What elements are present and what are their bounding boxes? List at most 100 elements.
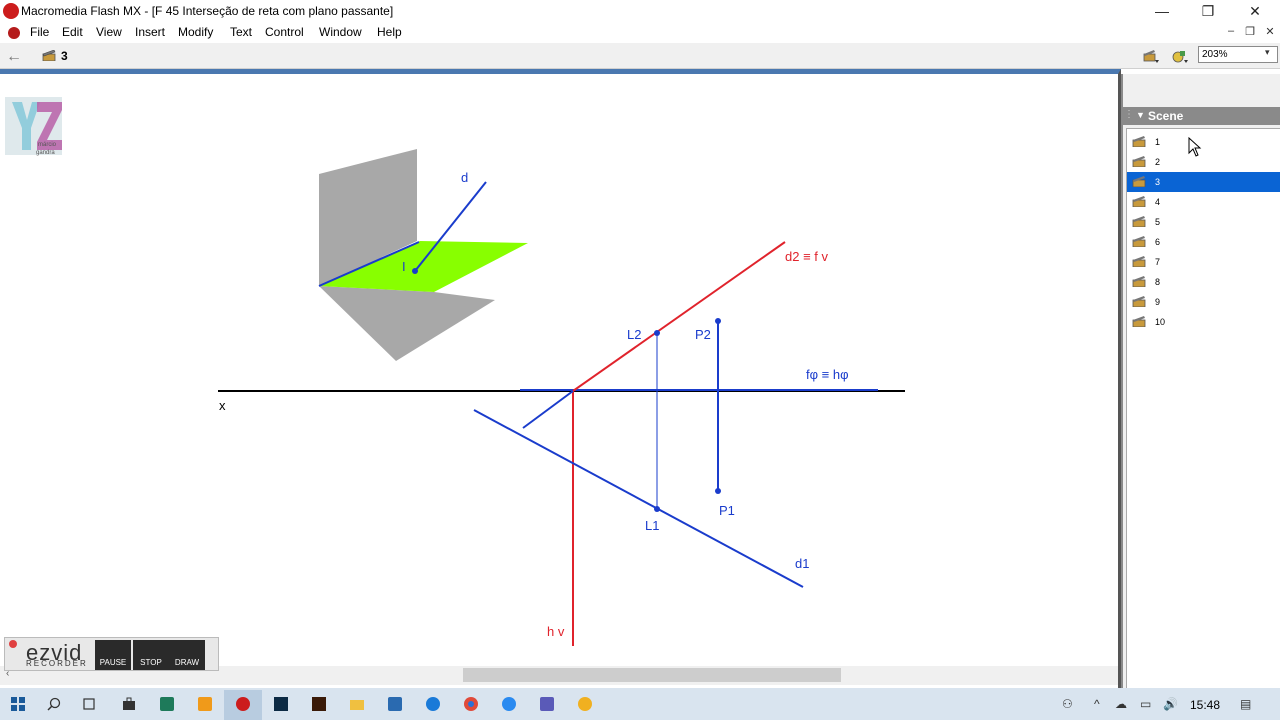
clapperboard-icon bbox=[1132, 216, 1146, 227]
menu-edit[interactable]: Edit bbox=[62, 25, 83, 39]
edge-icon[interactable] bbox=[426, 697, 440, 711]
label-hv: h v bbox=[547, 624, 565, 639]
close-button[interactable]: ✕ bbox=[1232, 0, 1278, 23]
app-icon-blue[interactable] bbox=[388, 697, 402, 711]
restore-button[interactable]: ❐ bbox=[1185, 0, 1231, 23]
pause-button[interactable]: PAUSE bbox=[95, 640, 131, 670]
point-p1 bbox=[715, 488, 721, 494]
scene-item-3[interactable]: 3 bbox=[1127, 172, 1280, 192]
scrollbar-thumb[interactable] bbox=[463, 668, 841, 682]
record-indicator-icon bbox=[9, 640, 17, 648]
scene-label: 8 bbox=[1155, 277, 1161, 287]
scene-item-1[interactable]: 1 bbox=[1127, 132, 1280, 152]
logo-text-gandra: gandra bbox=[36, 150, 55, 156]
label-l1: L1 bbox=[645, 518, 659, 533]
scene-label: 1 bbox=[1155, 137, 1161, 147]
media-player-icon[interactable] bbox=[578, 697, 592, 711]
menu-insert[interactable]: Insert bbox=[135, 25, 165, 39]
scene-label: 6 bbox=[1155, 237, 1161, 247]
store-icon[interactable] bbox=[122, 697, 136, 711]
label-i: I bbox=[402, 259, 406, 274]
clapperboard-icon bbox=[1132, 156, 1146, 167]
volume-icon[interactable]: 🔊 bbox=[1163, 697, 1178, 711]
windows-start-icon[interactable] bbox=[11, 697, 25, 711]
short-blue-line bbox=[522, 390, 574, 429]
stage-drawing[interactable]: márcio gandra d I x fφ ≡ hφ d2 ≡ f v h v… bbox=[0, 74, 1118, 666]
clapperboard-icon bbox=[1132, 256, 1146, 267]
search-icon[interactable] bbox=[47, 697, 61, 711]
people-icon[interactable]: ⚇ bbox=[1062, 697, 1073, 711]
panel-grip-icon[interactable]: ⋮ bbox=[1124, 109, 1134, 120]
chevron-down-icon[interactable]: ▾ bbox=[1265, 47, 1270, 58]
notification-icon[interactable]: ▤ bbox=[1240, 697, 1251, 711]
mouse-cursor-icon bbox=[1188, 137, 1202, 157]
scene-label: 9 bbox=[1155, 297, 1161, 307]
point-p2 bbox=[715, 318, 721, 324]
logo-text-marcio: márcio bbox=[38, 142, 57, 148]
line-d2-fv bbox=[572, 241, 786, 392]
current-scene-name: 3 bbox=[61, 49, 68, 63]
stop-button[interactable]: STOP bbox=[133, 640, 169, 670]
point-i bbox=[412, 268, 418, 274]
teams-icon[interactable] bbox=[540, 697, 554, 711]
label-f-h: fφ ≡ hφ bbox=[806, 367, 849, 382]
app-icon-green[interactable] bbox=[160, 697, 174, 711]
app-icon-orange[interactable] bbox=[198, 697, 212, 711]
clapperboard-icon bbox=[1132, 196, 1146, 207]
battery-icon[interactable]: ▭ bbox=[1140, 697, 1151, 711]
line-d1 bbox=[473, 409, 804, 588]
menu-window[interactable]: Window bbox=[319, 25, 362, 39]
scene-item-2[interactable]: 2 bbox=[1127, 152, 1280, 172]
label-d1: d1 bbox=[795, 556, 809, 571]
lower-plane bbox=[319, 286, 495, 361]
scene-panel-title: Scene bbox=[1148, 109, 1184, 123]
draw-button[interactable]: DRAW bbox=[169, 640, 205, 670]
scene-label: 7 bbox=[1155, 257, 1161, 267]
scene-item-4[interactable]: 4 bbox=[1127, 192, 1280, 212]
label-p1: P1 bbox=[719, 503, 735, 518]
clapperboard-icon bbox=[1132, 176, 1146, 187]
menu-help[interactable]: Help bbox=[377, 25, 402, 39]
scene-item-9[interactable]: 9 bbox=[1127, 292, 1280, 312]
scene-item-10[interactable]: 10 bbox=[1127, 312, 1280, 332]
edit-symbols-icon[interactable] bbox=[1172, 49, 1188, 63]
scene-panel-header[interactable] bbox=[1123, 107, 1280, 125]
menu-file[interactable]: File bbox=[30, 25, 49, 39]
document-icon[interactable] bbox=[8, 27, 20, 39]
edit-bar bbox=[0, 43, 1280, 69]
scene-item-5[interactable]: 5 bbox=[1127, 212, 1280, 232]
doc-minimize-button[interactable]: – bbox=[1224, 25, 1238, 37]
tray-expand-icon[interactable]: ^ bbox=[1094, 697, 1100, 711]
menu-text[interactable]: Text bbox=[230, 25, 252, 39]
illustrator-icon[interactable] bbox=[312, 697, 326, 711]
collapse-triangle-icon[interactable]: ▼ bbox=[1136, 110, 1145, 120]
chrome-icon[interactable] bbox=[464, 697, 478, 711]
task-view-icon[interactable] bbox=[82, 697, 96, 711]
menu-control[interactable]: Control bbox=[265, 25, 304, 39]
photoshop-icon[interactable] bbox=[274, 697, 288, 711]
doc-close-button[interactable]: ✕ bbox=[1263, 25, 1277, 38]
scene-list: 1 2 3 4 5 6 7 8 9 10 bbox=[1126, 128, 1280, 688]
menu-view[interactable]: View bbox=[96, 25, 122, 39]
clock[interactable]: 15:48 bbox=[1190, 698, 1220, 712]
label-p2: P2 bbox=[695, 327, 711, 342]
point-l2 bbox=[654, 330, 660, 336]
scene-item-8[interactable]: 8 bbox=[1127, 272, 1280, 292]
folder-icon[interactable] bbox=[350, 697, 364, 711]
zoom-icon[interactable] bbox=[502, 697, 516, 711]
doc-restore-button[interactable]: ❐ bbox=[1243, 25, 1257, 38]
flash-icon[interactable] bbox=[236, 697, 250, 711]
xyz-logo-image: márcio gandra bbox=[5, 97, 62, 156]
clapperboard-icon bbox=[1132, 316, 1146, 327]
scene-item-7[interactable]: 7 bbox=[1127, 252, 1280, 272]
back-arrow-icon[interactable]: ← bbox=[6, 48, 22, 66]
scene-label: 3 bbox=[1155, 177, 1161, 187]
edit-scene-icon[interactable] bbox=[1143, 49, 1159, 63]
flash-app-icon[interactable] bbox=[3, 3, 19, 19]
label-d2-fv: d2 ≡ f v bbox=[785, 249, 828, 264]
onedrive-icon[interactable]: ☁ bbox=[1115, 697, 1127, 711]
scene-label: 2 bbox=[1155, 157, 1161, 167]
scene-item-6[interactable]: 6 bbox=[1127, 232, 1280, 252]
minimize-button[interactable]: — bbox=[1139, 0, 1185, 23]
menu-modify[interactable]: Modify bbox=[178, 25, 213, 39]
